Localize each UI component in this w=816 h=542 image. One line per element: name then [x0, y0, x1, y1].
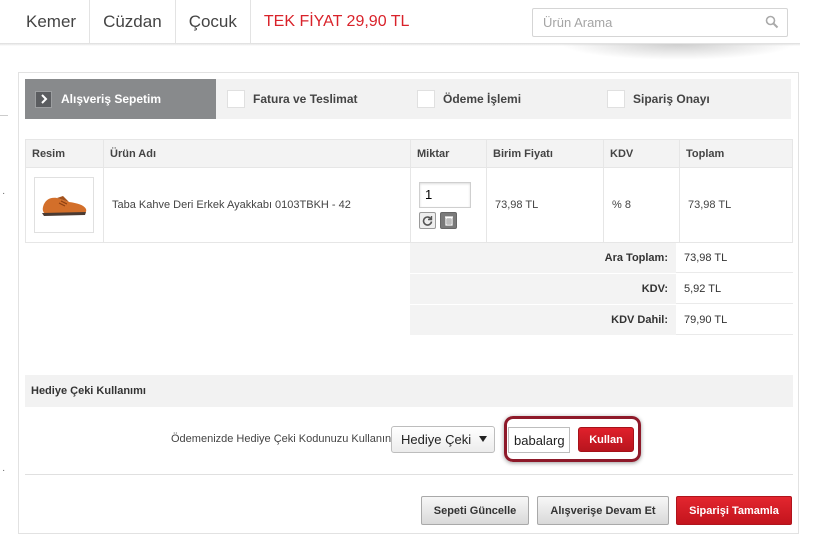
cell-product-name[interactable]: Taba Kahve Deri Erkek Ayakkabı 0103TBKH …	[103, 167, 411, 243]
update-cart-button[interactable]: Sepeti Güncelle	[421, 496, 529, 525]
complete-order-button[interactable]: Siparişi Tamamla	[676, 496, 792, 525]
dropdown-arrow-icon	[479, 436, 487, 442]
subtotal-value: 73,98 TL	[676, 243, 793, 273]
nav-shadow	[560, 44, 796, 60]
quantity-input[interactable]	[419, 181, 471, 208]
continue-shopping-button[interactable]: Alışverişe Devam Et	[537, 496, 669, 525]
search-box	[532, 8, 788, 37]
nav-item-promo[interactable]: TEK FİYAT 29,90 TL	[251, 0, 423, 44]
cart-table: Resim Ürün Adı Miktar Birim Fiyatı KDV T…	[25, 139, 793, 243]
subtotal-label: Ara Toplam:	[410, 243, 676, 273]
chevron-right-icon	[35, 90, 52, 108]
product-thumbnail[interactable]	[34, 177, 94, 233]
section-divider	[25, 474, 793, 475]
cell-total: 73,98 TL	[679, 167, 793, 243]
table-row: Taba Kahve Deri Erkek Ayakkabı 0103TBKH …	[25, 167, 793, 243]
gift-type-selected: Hediye Çeki	[401, 432, 472, 447]
col-header-qty: Miktar	[410, 139, 487, 168]
left-edge-line	[0, 115, 8, 116]
col-header-image: Resim	[25, 139, 104, 168]
grand-total-value: 79,90 TL	[676, 305, 793, 335]
gift-voucher-heading: Hediye Çeki Kullanımı	[25, 375, 793, 407]
step-checkbox-icon	[607, 90, 625, 108]
cell-image	[25, 167, 104, 243]
step-label: Alışveriş Sepetim	[61, 92, 162, 106]
col-header-total: Toplam	[679, 139, 793, 168]
refresh-icon[interactable]	[419, 211, 436, 229]
step-checkbox-icon	[417, 90, 435, 108]
step-order-confirmation[interactable]: Sipariş Onayı	[596, 79, 786, 119]
order-totals: Ara Toplam: 73,98 TL KDV: 5,92 TL KDV Da…	[410, 243, 793, 336]
step-billing-delivery[interactable]: Fatura ve Teslimat	[216, 79, 406, 119]
step-label: Ödeme İşlemi	[443, 92, 522, 106]
gift-voucher-prompt: Ödemenizde Hediye Çeki Kodunuzu Kullanın…	[171, 433, 395, 445]
step-label: Sipariş Onayı	[633, 92, 710, 106]
trash-icon[interactable]	[440, 211, 457, 229]
kdv-value: 5,92 TL	[676, 274, 793, 304]
step-label: Fatura ve Teslimat	[253, 92, 358, 106]
cell-quantity	[410, 167, 487, 243]
col-header-unit-price: Birim Fiyatı	[486, 139, 604, 168]
cell-unit-price: 73,98 TL	[486, 167, 604, 243]
apply-voucher-button[interactable]: Kullan	[578, 427, 634, 452]
nav-item-cuzdan[interactable]: Cüzdan	[90, 0, 176, 44]
gift-type-select[interactable]: Hediye Çeki	[391, 426, 495, 453]
col-header-product: Ürün Adı	[103, 139, 411, 168]
cell-kdv: % 8	[603, 167, 680, 243]
step-checkbox-icon	[227, 90, 245, 108]
search-icon[interactable]	[765, 15, 779, 29]
left-edge-mark: ·	[2, 465, 6, 476]
subtotal-row: Ara Toplam: 73,98 TL	[410, 243, 793, 273]
gift-code-input[interactable]	[508, 427, 570, 453]
step-payment[interactable]: Ödeme İşlemi	[406, 79, 596, 119]
kdv-label: KDV:	[410, 274, 676, 304]
cart-panel: Alışveriş Sepetim Fatura ve Teslimat Öde…	[18, 72, 799, 534]
col-header-kdv: KDV	[603, 139, 680, 168]
nav-item-kemer[interactable]: Kemer	[0, 0, 91, 44]
grand-total-label: KDV Dahil:	[410, 305, 676, 335]
table-header-row: Resim Ürün Adı Miktar Birim Fiyatı KDV T…	[25, 139, 793, 168]
shoe-icon	[42, 196, 87, 216]
left-edge-mark: ·	[2, 188, 6, 199]
nav-item-cocuk[interactable]: Çocuk	[176, 0, 251, 44]
checkout-steps: Alışveriş Sepetim Fatura ve Teslimat Öde…	[25, 79, 791, 119]
search-input[interactable]	[533, 9, 753, 36]
grand-total-row: KDV Dahil: 79,90 TL	[410, 305, 793, 335]
kdv-row: KDV: 5,92 TL	[410, 274, 793, 304]
quantity-actions	[419, 211, 486, 229]
top-navigation: Kemer Cüzdan Çocuk TEK FİYAT 29,90 TL	[0, 0, 816, 60]
step-shopping-cart[interactable]: Alışveriş Sepetim	[25, 79, 216, 119]
